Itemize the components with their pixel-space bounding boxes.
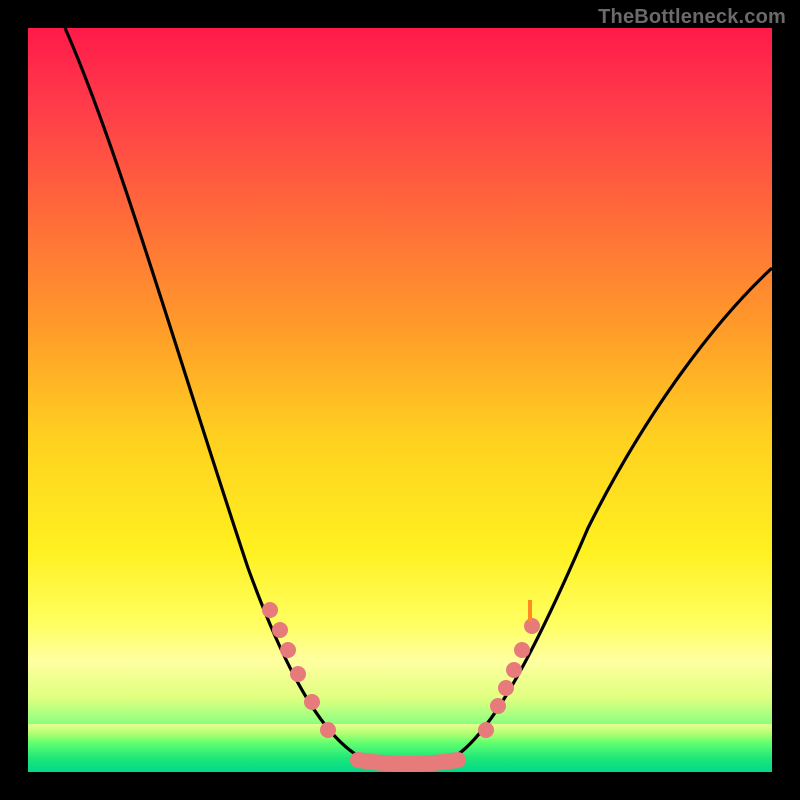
right-marker-cluster (478, 600, 540, 738)
flat-bottom-marker (358, 760, 458, 764)
left-marker-cluster (262, 602, 336, 738)
curve-path (65, 28, 772, 763)
bottleneck-curve (28, 28, 772, 772)
watermark-text: TheBottleneck.com (598, 6, 786, 29)
chart-area (28, 28, 772, 772)
